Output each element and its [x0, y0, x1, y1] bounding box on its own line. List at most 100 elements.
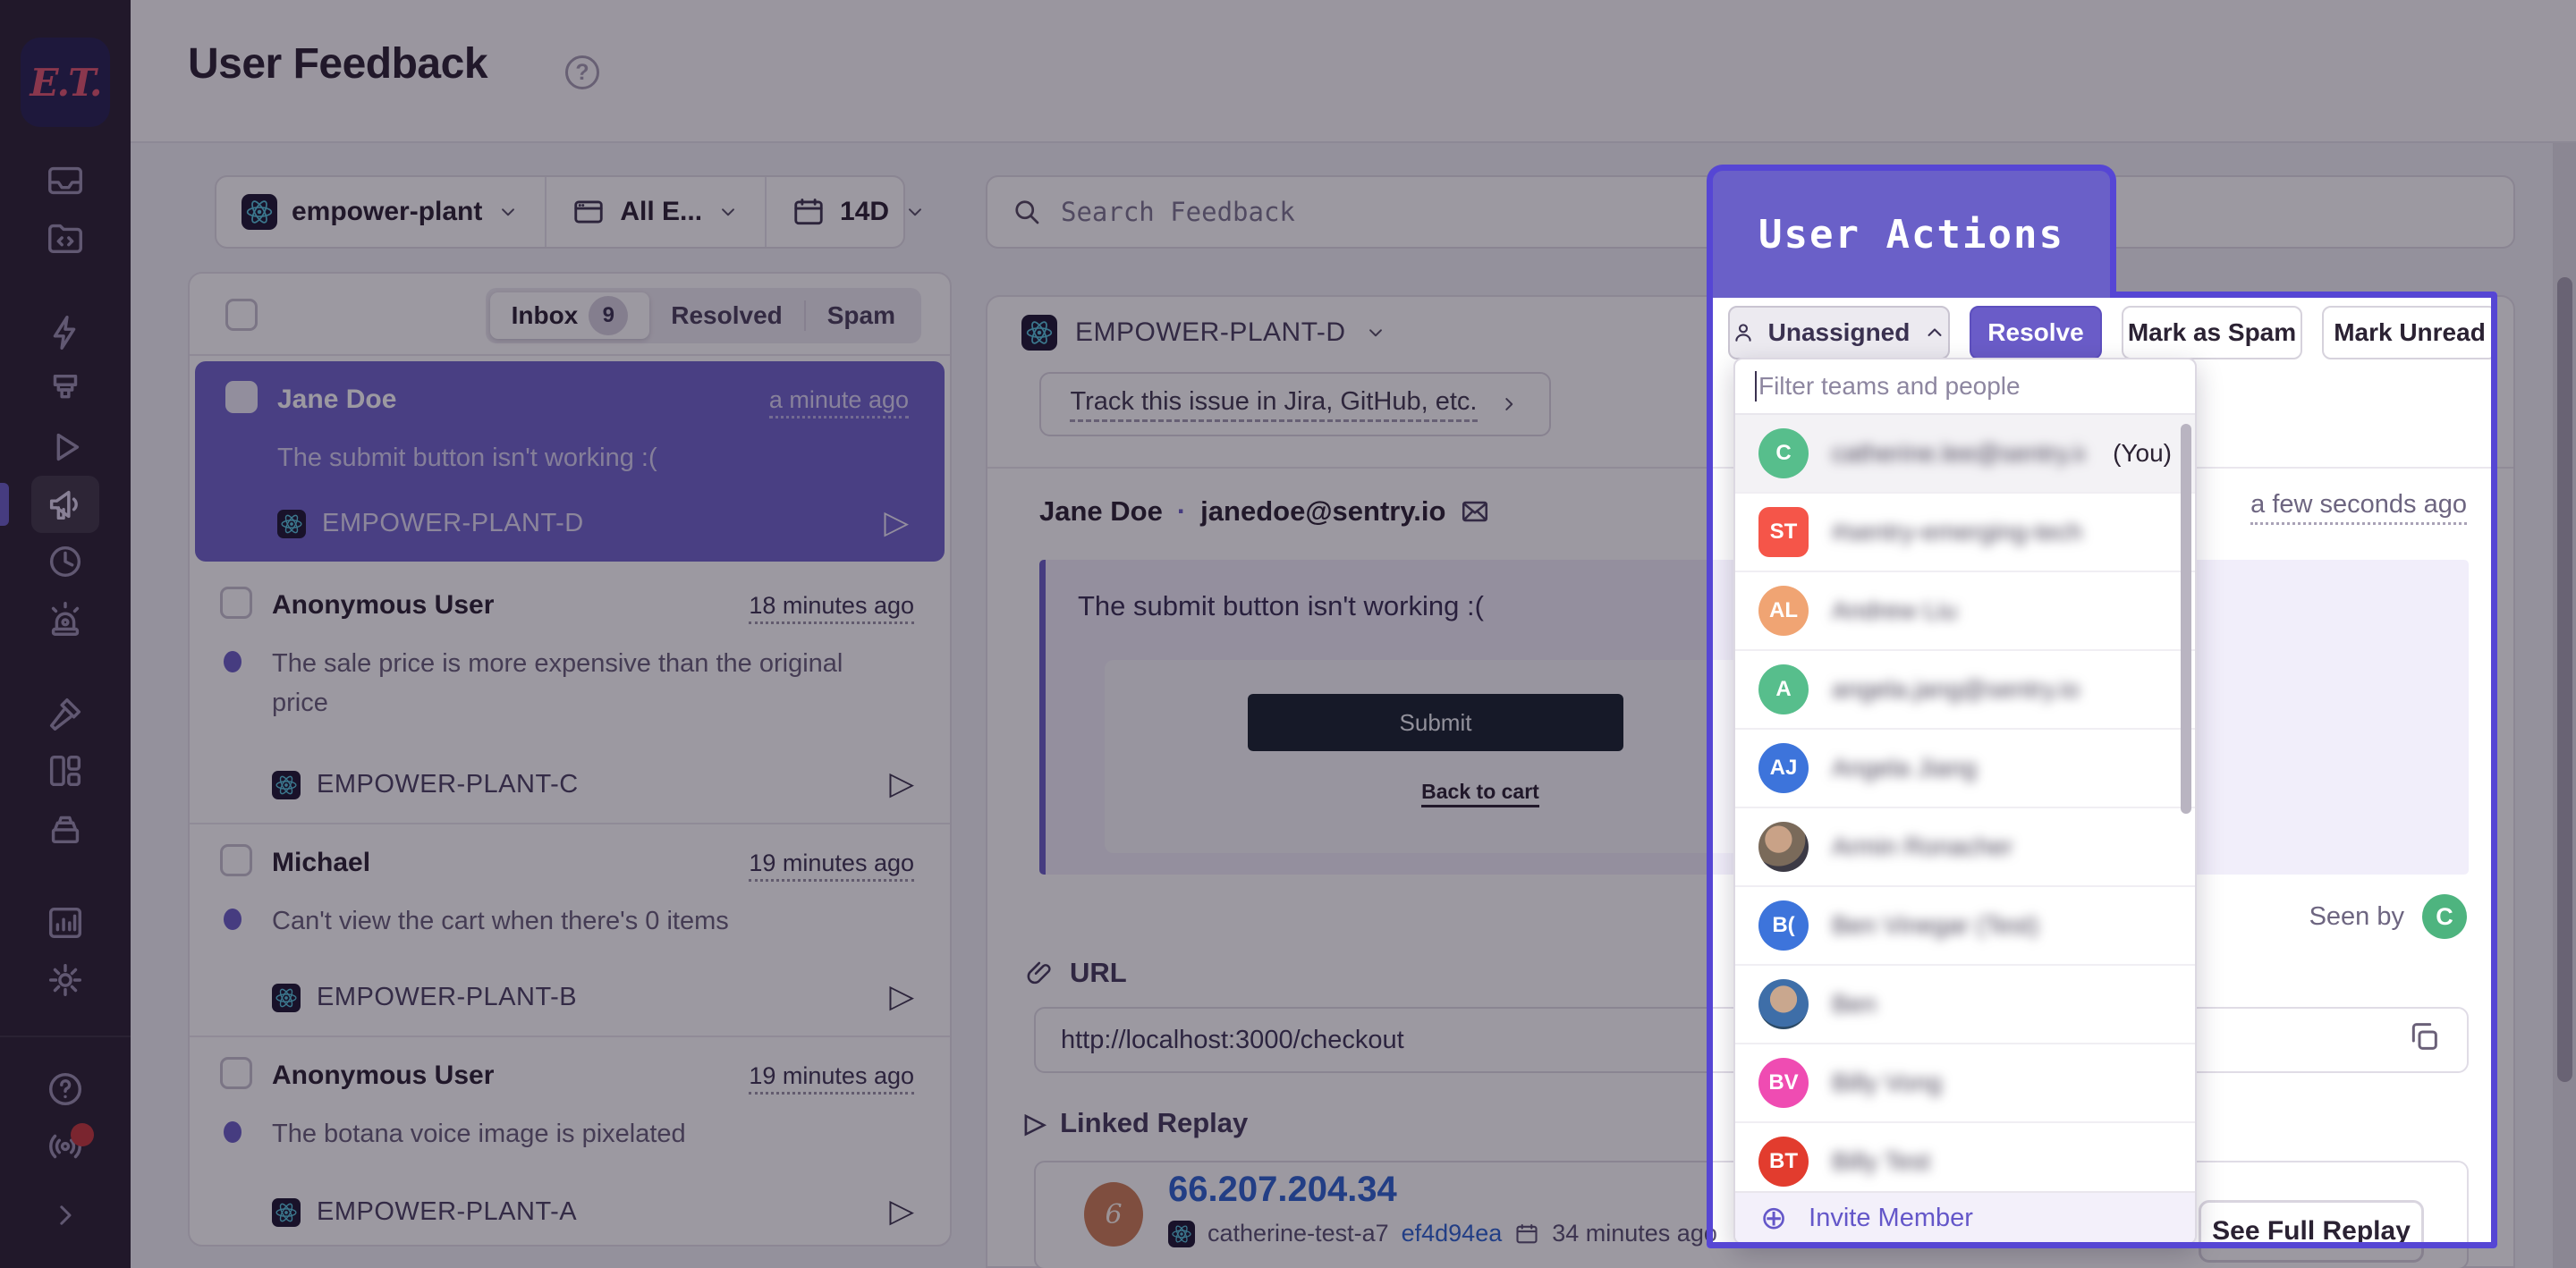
item-checkbox[interactable]: [225, 381, 258, 413]
assignee-name-redacted: Angela Jiang: [1832, 754, 1977, 782]
page-scrollbar[interactable]: [2553, 143, 2576, 1268]
gear-icon: [45, 959, 86, 1001]
sidebar-item-discover[interactable]: [31, 685, 99, 742]
react-project-icon: [1168, 1221, 1195, 1247]
assignee-option[interactable]: AL Andrew Liu: [1735, 572, 2195, 651]
sidebar: E.T.: [0, 0, 131, 1268]
feedback-time: 19 minutes ago: [749, 850, 914, 882]
detail-project-header[interactable]: EMPOWER-PLANT-D: [1021, 315, 1387, 351]
select-all-checkbox[interactable]: [225, 299, 258, 331]
feedback-project-slug: EMPOWER-PLANT-D: [322, 509, 584, 538]
feedback-author: Michael: [272, 848, 370, 878]
replay-play-icon[interactable]: ▷: [889, 767, 914, 799]
sidebar-collapse-button[interactable]: [47, 1197, 83, 1238]
siren-icon: [45, 598, 86, 639]
invite-member-option[interactable]: ⊕ Invite Member: [1735, 1191, 2195, 1243]
see-full-replay-button[interactable]: See Full Replay: [2199, 1200, 2424, 1263]
linked-replay-label-text: Linked Replay: [1060, 1107, 1248, 1139]
sidebar-item-replays[interactable]: [31, 418, 99, 476]
assignee-filter-row: [1735, 359, 2195, 415]
item-checkbox[interactable]: [220, 1057, 252, 1089]
date-range-filter[interactable]: 14D: [765, 177, 952, 247]
feedback-author: Jane Doe: [277, 385, 396, 415]
track-issue-label: Track this issue in Jira, GitHub, etc.: [1070, 387, 1477, 422]
replay-user-avatar: 6: [1084, 1182, 1143, 1247]
tab-resolved[interactable]: Resolved: [649, 292, 804, 339]
feedback-list-item[interactable]: Michael 19 minutes ago Can't view the ca…: [190, 824, 950, 1037]
sidebar-item-whats-new[interactable]: [31, 1118, 99, 1175]
mark-as-spam-button[interactable]: Mark as Spam: [2122, 306, 2302, 359]
assignee-option[interactable]: BV Billy Vong: [1735, 1044, 2195, 1123]
feedback-time: 19 minutes ago: [749, 1062, 914, 1095]
stats-icon: [45, 902, 86, 943]
mark-unread-button[interactable]: Mark Unread: [2322, 306, 2497, 359]
sidebar-item-crons[interactable]: [31, 533, 99, 590]
assignee-option[interactable]: C catherine.lee@sentry.io (You): [1735, 415, 2195, 494]
unread-dot: [224, 909, 242, 930]
filter-bar: empower-plant All E... 14D: [215, 175, 905, 249]
page-scrollbar-thumb[interactable]: [2557, 277, 2572, 1082]
feedback-list-item[interactable]: Jane Doe a minute ago The submit button …: [195, 361, 945, 562]
assignee-filter-input[interactable]: [1758, 372, 2175, 401]
user-feedback-page: E.T. User Feedback ?: [0, 0, 2576, 1268]
assignee-name-redacted: Billy Test: [1832, 1147, 1930, 1176]
sidebar-item-feedback[interactable]: [31, 476, 99, 533]
sidebar-item-releases[interactable]: [31, 799, 99, 857]
feedback-list-item[interactable]: Anonymous User 18 minutes ago The sale p…: [190, 567, 950, 824]
environment-filter[interactable]: All E...: [545, 177, 765, 247]
unread-dot: [224, 1121, 242, 1143]
dropdown-scrollbar[interactable]: [2181, 424, 2191, 814]
track-issue-button[interactable]: Track this issue in Jira, GitHub, etc.: [1039, 372, 1551, 436]
assignee-dropdown-button[interactable]: Unassigned: [1728, 306, 1950, 359]
replay-play-icon[interactable]: ▷: [889, 980, 914, 1012]
help-icon: [45, 1069, 86, 1110]
feedback-project-slug: EMPOWER-PLANT-B: [317, 983, 577, 1012]
assignee-option[interactable]: ST #sentry-emerging-tech: [1735, 494, 2195, 572]
feedback-message: The submit button isn't working :(: [277, 438, 850, 478]
environment-filter-label: All E...: [620, 197, 702, 227]
copy-url-button[interactable]: [2406, 1019, 2442, 1061]
assignee-option[interactable]: BT Billy Test: [1735, 1123, 2195, 1202]
item-checkbox[interactable]: [220, 844, 252, 876]
feedback-message: The sale price is more expensive than th…: [272, 644, 844, 723]
assignee-option[interactable]: A angela.jang@sentry.io: [1735, 651, 2195, 730]
replay-ip-link[interactable]: 66.207.204.34: [1168, 1170, 1397, 1210]
tab-spam[interactable]: Spam: [806, 292, 917, 339]
user-actions-callout: User Actions: [1707, 165, 2116, 298]
resolve-button[interactable]: Resolve: [1970, 306, 2102, 359]
assignee-name-redacted: Ben: [1832, 990, 1877, 1019]
item-checkbox[interactable]: [220, 587, 252, 619]
assignee-option[interactable]: Ben: [1735, 966, 2195, 1044]
feedback-project: EMPOWER-PLANT-A: [272, 1197, 577, 1227]
sidebar-item-help[interactable]: [31, 1061, 99, 1118]
feedback-list-item[interactable]: Anonymous User 19 minutes ago The botana…: [190, 1037, 950, 1247]
sidebar-item-projects[interactable]: [31, 209, 99, 266]
assignee-option[interactable]: AJ Angela Jiang: [1735, 730, 2195, 808]
mail-icon[interactable]: [1460, 496, 1490, 527]
issues-icon: [45, 160, 86, 201]
sidebar-item-performance[interactable]: [31, 304, 99, 361]
replay-play-icon[interactable]: ▷: [889, 1195, 914, 1227]
avatar-photo: [1758, 979, 1809, 1029]
assignee-option[interactable]: B( Ben Vinegar (Test): [1735, 887, 2195, 966]
assignee-name-redacted: #sentry-emerging-tech: [1832, 518, 2082, 546]
project-filter[interactable]: empower-plant: [216, 177, 545, 247]
play-icon: [45, 427, 86, 468]
org-logo[interactable]: E.T.: [21, 38, 110, 127]
sidebar-item-profiling[interactable]: [31, 361, 99, 418]
title-help-icon[interactable]: ?: [565, 55, 599, 89]
tab-inbox[interactable]: Inbox 9: [490, 292, 650, 339]
sidebar-item-dashboards[interactable]: [31, 742, 99, 799]
chevron-down-icon: [1364, 321, 1387, 344]
replay-play-icon[interactable]: ▷: [884, 506, 909, 538]
linked-replay-section-label[interactable]: ▷ Linked Replay: [1025, 1107, 1248, 1139]
assignee-option[interactable]: Armin Ronacher: [1735, 808, 2195, 887]
sidebar-item-settings[interactable]: [31, 951, 99, 1009]
detail-timestamp[interactable]: a few seconds ago: [2250, 490, 2467, 525]
url-section-label: URL: [1025, 957, 1127, 989]
sidebar-item-alerts[interactable]: [31, 590, 99, 647]
replay-id[interactable]: ef4d94ea: [1402, 1220, 1503, 1247]
sidebar-item-issues[interactable]: [31, 152, 99, 209]
sidebar-item-stats[interactable]: [31, 894, 99, 951]
assignee-name-redacted: Armin Ronacher: [1832, 833, 2012, 861]
